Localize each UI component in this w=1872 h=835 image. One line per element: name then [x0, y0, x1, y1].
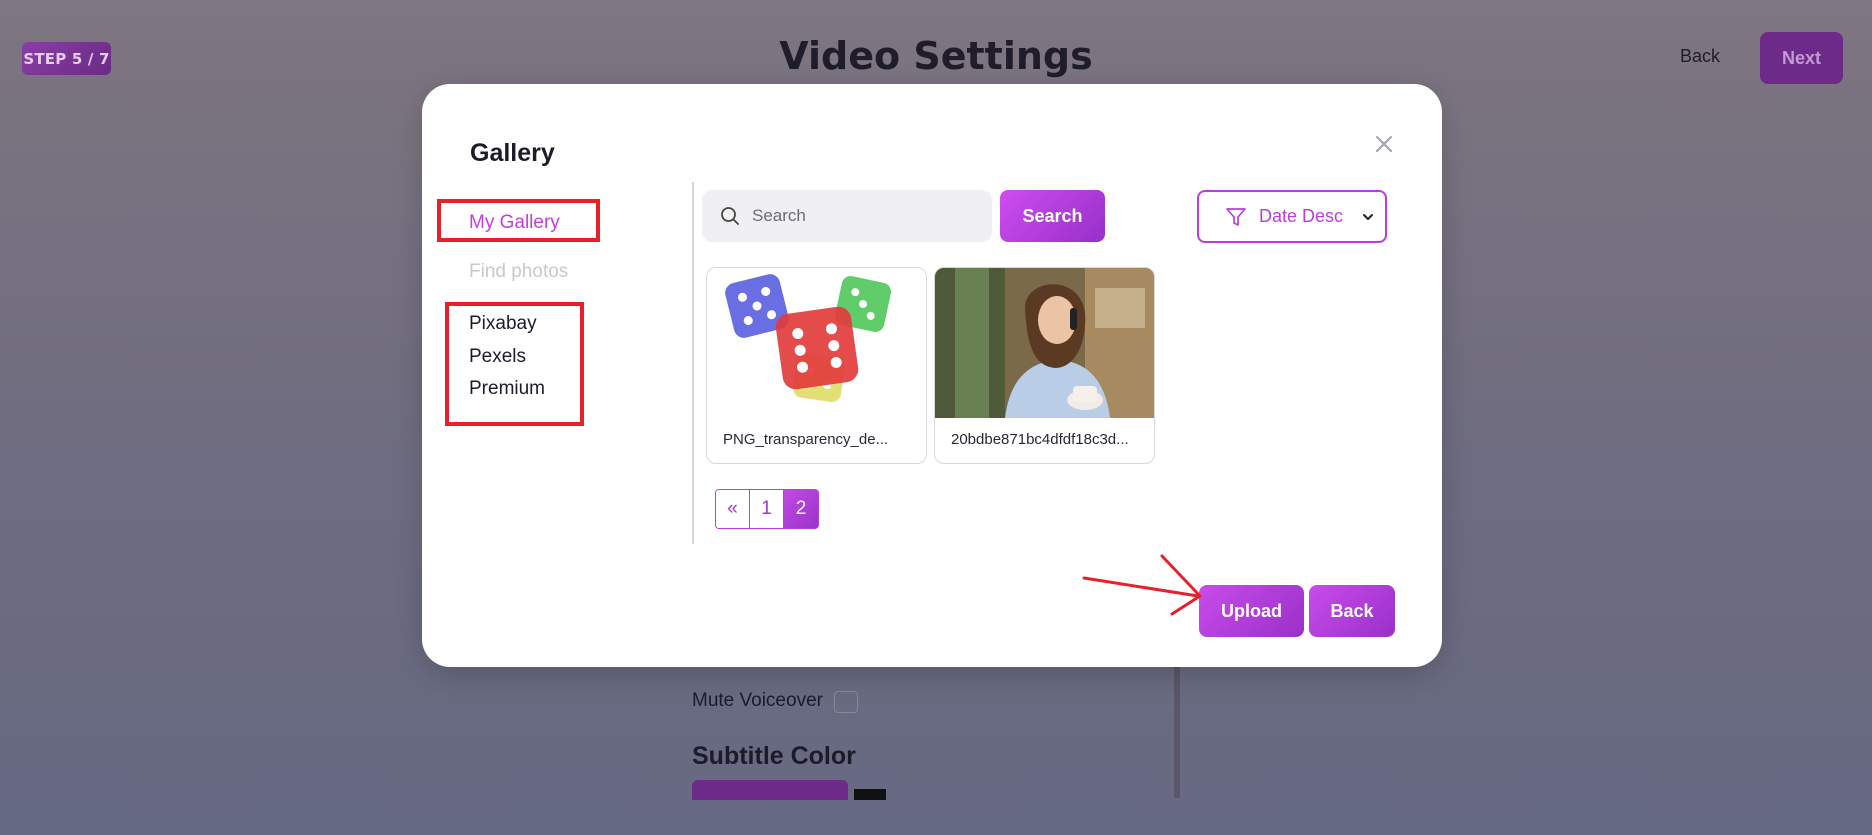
- upload-button[interactable]: Upload: [1199, 585, 1304, 637]
- modal-back-button[interactable]: Back: [1309, 585, 1395, 637]
- annotation-box-sources: [445, 302, 584, 426]
- chevron-down-icon: [1363, 214, 1373, 220]
- annotation-arrow: [1082, 554, 1202, 616]
- nav-find-photos-heading: Find photos: [469, 261, 569, 282]
- woman-on-phone-image: [935, 268, 1154, 418]
- mute-voiceover-label: Mute Voiceover: [692, 690, 823, 711]
- header-next-button[interactable]: Next: [1760, 32, 1843, 84]
- sort-select[interactable]: Date Desc: [1197, 190, 1387, 243]
- search-button[interactable]: Search: [1000, 190, 1105, 242]
- pagination-page[interactable]: 1: [750, 490, 784, 528]
- gallery-item[interactable]: 20bdbe871bc4dfdf18c3d...: [934, 267, 1155, 464]
- search-input[interactable]: [752, 206, 972, 226]
- dice-image: [707, 268, 926, 418]
- close-icon[interactable]: [1372, 132, 1396, 156]
- gallery-item-caption: 20bdbe871bc4dfdf18c3d...: [951, 431, 1129, 448]
- page-title: Video Settings: [779, 34, 1093, 78]
- search-field[interactable]: [702, 190, 992, 242]
- gallery-item-caption: PNG_transparency_de...: [723, 431, 889, 448]
- nav-divider: [692, 182, 694, 544]
- filter-icon: [1226, 207, 1246, 226]
- pagination: « 1 2: [715, 489, 819, 529]
- subtitle-color-heading: Subtitle Color: [692, 742, 856, 770]
- subtitle-color-swatch: [854, 789, 886, 800]
- subtitle-color-button[interactable]: [692, 780, 848, 800]
- modal-title: Gallery: [470, 139, 555, 167]
- background-scrollbar[interactable]: [1174, 660, 1180, 798]
- pagination-page-current[interactable]: 2: [784, 490, 818, 528]
- gallery-item[interactable]: PNG_transparency_de...: [706, 267, 927, 464]
- annotation-box-my-gallery: [437, 199, 600, 242]
- search-icon: [721, 207, 739, 225]
- header-back-button[interactable]: Back: [1680, 46, 1720, 67]
- sort-selected-value: Date Desc: [1259, 206, 1344, 226]
- pagination-prev[interactable]: «: [716, 490, 750, 528]
- mute-voiceover-checkbox[interactable]: [834, 691, 858, 713]
